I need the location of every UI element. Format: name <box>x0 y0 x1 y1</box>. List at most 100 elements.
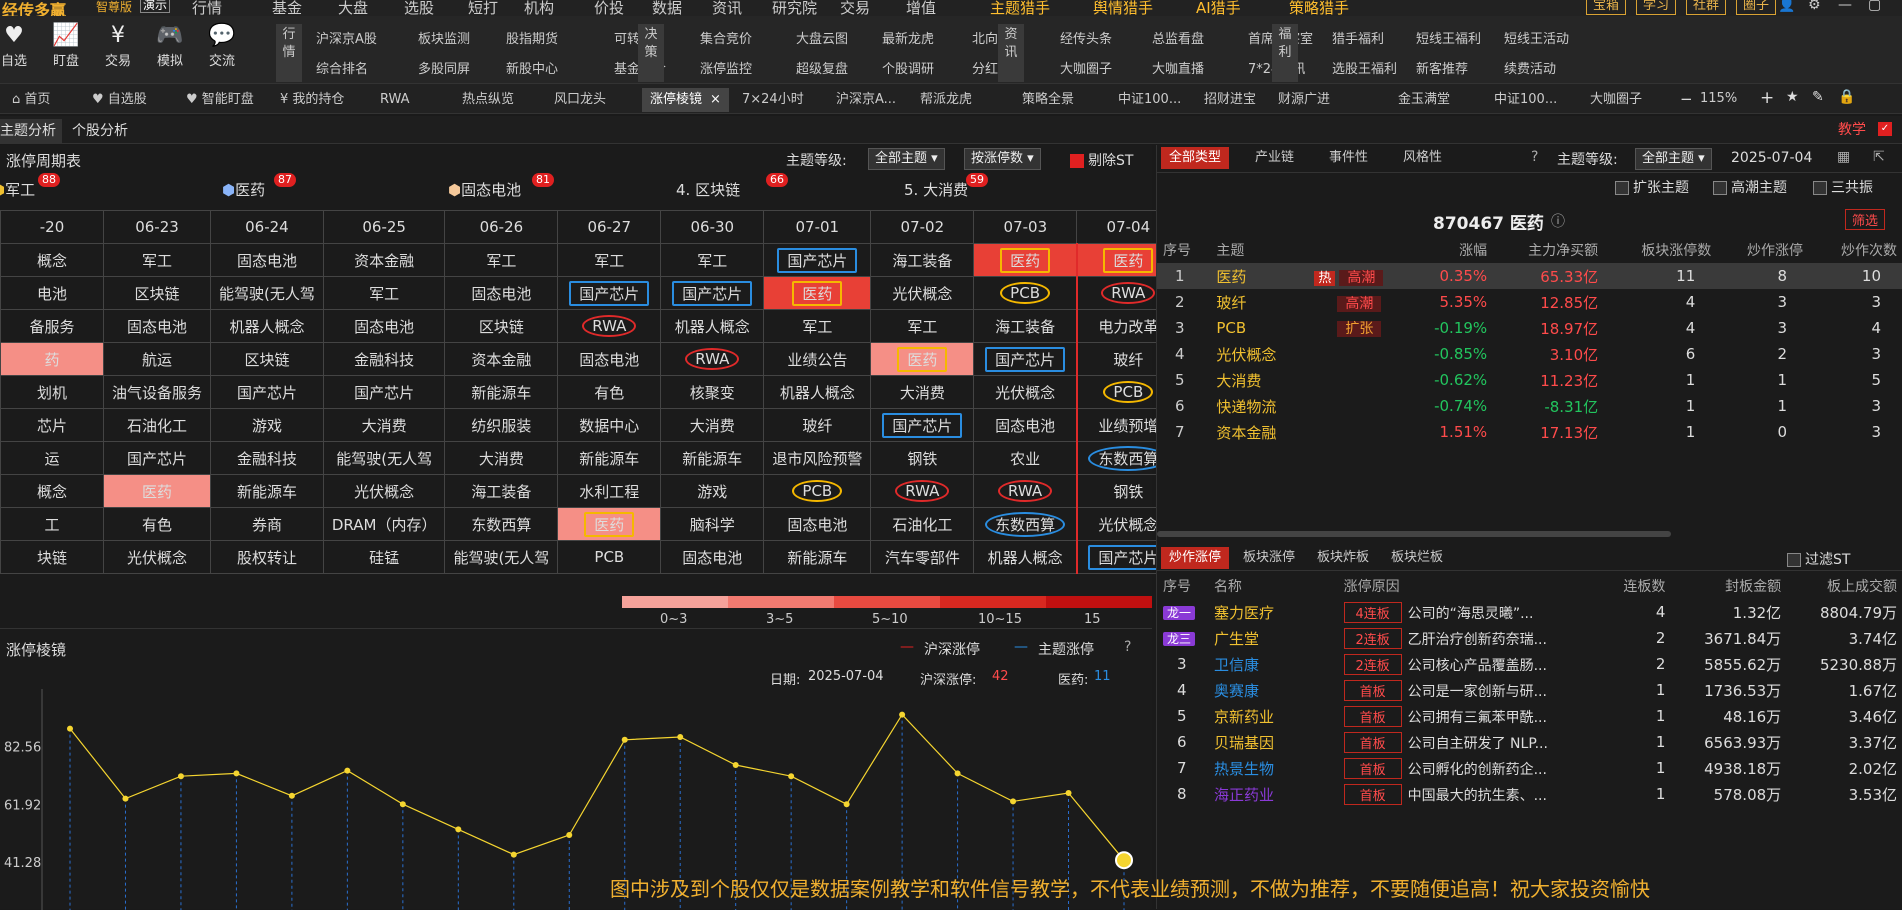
subtab-theme-analysis[interactable]: 主题分析 <box>0 119 62 143</box>
tab-11[interactable]: 策略全景 <box>1014 88 1082 112</box>
top-theme-3[interactable]: 4. 区块链 <box>676 179 740 200</box>
menu-item-3[interactable]: 选股 <box>404 0 434 16</box>
theme-row[interactable]: 5 大消费 -0.62% 11.23亿 1 1 5 <box>1157 367 1902 393</box>
grid-cell[interactable]: 固态电池 <box>322 309 446 343</box>
quick-link-0-0[interactable]: 沪深京A股 <box>316 28 377 47</box>
stock-tab-3[interactable]: 板块烂板 <box>1383 547 1451 569</box>
menu-item-11[interactable]: 增值 <box>906 0 936 16</box>
grid-cell[interactable]: 新能源车 <box>444 375 559 409</box>
grid-cell[interactable]: 游戏 <box>660 474 765 508</box>
stock-row[interactable]: 4 奥赛康 首板 公司是一家创新与研... 1 1736.53万 1.67亿 <box>1157 677 1902 703</box>
theme-row[interactable]: 1 医药 热高潮 0.35% 65.33亿 11 8 10 <box>1157 263 1902 289</box>
data-point[interactable] <box>510 851 517 858</box>
menu-button-0[interactable]: 宝箱 <box>1586 0 1627 15</box>
grid-cell[interactable]: 农业 <box>973 441 1078 475</box>
user-icon[interactable]: 👤 <box>1778 0 1795 13</box>
data-point[interactable] <box>566 831 573 838</box>
grid-cell[interactable]: 国产芯片 <box>870 408 975 442</box>
data-point[interactable] <box>399 801 406 808</box>
grid-cell[interactable]: 机器人概念 <box>660 309 765 343</box>
filter-st-checkbox[interactable]: 过滤ST <box>1787 549 1850 569</box>
grid-cell[interactable]: 能驾驶(无人驾 <box>210 276 324 310</box>
tab-8[interactable]: 7×24小时 <box>734 88 812 112</box>
quick-link-3-0[interactable]: 猎手福利 <box>1332 28 1384 47</box>
grid-cell[interactable]: 游戏 <box>210 408 324 442</box>
quick-link-3-5[interactable]: 续费活动 <box>1504 58 1556 77</box>
grid-cell[interactable]: 光伏概念 <box>870 276 975 310</box>
menu-item-1[interactable]: 基金 <box>272 0 302 16</box>
data-point[interactable] <box>122 795 129 802</box>
data-point[interactable] <box>67 725 73 732</box>
quick-link-0-5[interactable]: 多股同屏 <box>418 58 470 77</box>
grid-cell[interactable]: PCB <box>557 540 662 574</box>
grid-cell[interactable]: 金融科技 <box>210 441 324 475</box>
zoom-in-icon[interactable]: + <box>1760 88 1774 108</box>
grid-cell[interactable]: 东数西算 <box>973 507 1078 541</box>
restore-icon[interactable]: ▢ <box>1868 0 1881 13</box>
menu-item-9[interactable]: 研究院 <box>772 0 817 16</box>
top-theme-2[interactable]: ⬢固态电池 <box>448 179 521 200</box>
grid-cell[interactable]: 国产芯片 <box>210 375 324 409</box>
right-tab-3[interactable]: 风格性 <box>1395 147 1450 169</box>
grid-cell[interactable]: 固态电池 <box>102 309 212 343</box>
grid-cell[interactable]: 能驾驶(无人驾 <box>444 540 559 574</box>
tab-10[interactable]: 帮派龙虎 <box>912 88 980 112</box>
toolbar-1-button[interactable]: 📈 盯盘 <box>38 22 94 69</box>
grid-cell[interactable]: 数据中心 <box>557 408 662 442</box>
grid-cell[interactable]: 备服务 <box>0 309 104 343</box>
quick-link-0-1[interactable]: 板块监测 <box>418 28 470 47</box>
data-point[interactable] <box>344 767 351 774</box>
quick-link-3-1[interactable]: 短线王福利 <box>1416 28 1481 47</box>
grid-cell[interactable]: 东数西算 <box>444 507 559 541</box>
grid-cell[interactable]: 新能源车 <box>557 441 662 475</box>
menu-item-8[interactable]: 资讯 <box>712 0 742 16</box>
data-point[interactable] <box>621 736 628 743</box>
zoom-out-icon[interactable]: − <box>1680 90 1693 108</box>
tab-17[interactable]: 大咖圈子 <box>1582 88 1650 112</box>
grid-cell[interactable]: 区块链 <box>444 309 559 343</box>
horizontal-scrollbar[interactable] <box>1157 531 1671 537</box>
grid-cell[interactable]: 有色 <box>557 375 662 409</box>
top-theme-0[interactable]: ⬢军工 <box>0 179 35 200</box>
teach-check-icon[interactable]: ✓ <box>1878 122 1892 136</box>
toolbar-3-button[interactable]: 🎮 模拟 <box>142 22 198 69</box>
grid-cell[interactable]: 石油化工 <box>870 507 975 541</box>
stock-tab-1[interactable]: 板块涨停 <box>1235 547 1303 569</box>
grid-cell[interactable]: 大消费 <box>870 375 975 409</box>
grid-cell[interactable]: 国产芯片 <box>660 276 765 310</box>
tab-14[interactable]: 财源广进 <box>1270 88 1338 112</box>
filter-0-checkbox[interactable]: 扩张主题 <box>1615 177 1689 197</box>
lock-icon[interactable]: 🔒 <box>1838 89 1855 105</box>
minimize-icon[interactable]: — <box>1838 0 1852 13</box>
grid-cell[interactable]: 芯片 <box>0 408 104 442</box>
toolbar-4-button[interactable]: 💬 交流 <box>194 22 250 69</box>
menu-item-0[interactable]: 行情 <box>192 0 222 16</box>
stock-tab-2[interactable]: 板块炸板 <box>1309 547 1377 569</box>
grid-cell[interactable]: PCB <box>763 474 872 508</box>
menu-button-1[interactable]: 学习 <box>1636 0 1677 15</box>
grid-cell[interactable]: 退市风险预警 <box>763 441 872 475</box>
top-theme-1[interactable]: ⬢医药 <box>222 179 265 200</box>
filter-2-checkbox[interactable]: 三共振 <box>1813 177 1873 197</box>
quick-link-0-2[interactable]: 股指期货 <box>506 28 558 47</box>
grid-cell[interactable]: 海工装备 <box>444 474 559 508</box>
grid-cell[interactable]: 纺织服装 <box>444 408 559 442</box>
grid-cell[interactable]: 医药 <box>973 243 1078 277</box>
grid-cell[interactable]: 能驾驶(无人驾 <box>322 441 446 475</box>
grid-cell[interactable]: 医药 <box>102 474 212 508</box>
menu-item-5[interactable]: 机构 <box>524 0 554 16</box>
exclude-st-checkbox[interactable]: 剔除ST <box>1070 150 1133 170</box>
grid-cell[interactable]: 国产芯片 <box>973 342 1078 376</box>
grid-cell[interactable]: 汽车零部件 <box>870 540 975 574</box>
tab-12[interactable]: 中证100... <box>1110 88 1189 112</box>
grid-cell[interactable]: 固态电池 <box>973 408 1078 442</box>
grid-cell[interactable]: 医药 <box>763 276 872 310</box>
menu-button-2[interactable]: 社群 <box>1686 0 1727 15</box>
grid-cell[interactable]: 固态电池 <box>557 342 662 376</box>
data-point[interactable] <box>954 770 961 777</box>
grid-cell[interactable]: 券商 <box>210 507 324 541</box>
menu-item-15[interactable]: 策略猎手 <box>1289 0 1349 16</box>
grid-cell[interactable]: RWA <box>660 342 765 376</box>
filter-1-checkbox[interactable]: 高潮主题 <box>1713 177 1787 197</box>
grid-cell[interactable]: 股权转让 <box>210 540 324 574</box>
